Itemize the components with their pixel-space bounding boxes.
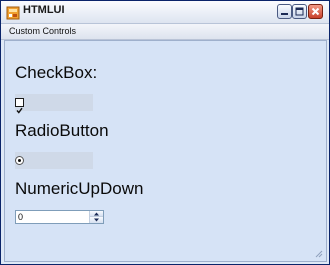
- numeric-updown[interactable]: 0: [15, 210, 104, 224]
- close-icon: [311, 7, 320, 16]
- maximize-icon: [295, 7, 304, 16]
- resize-grip-icon[interactable]: [315, 250, 323, 258]
- radio-button[interactable]: [15, 156, 24, 165]
- radio-selected-dot: [18, 159, 21, 162]
- arrow-down-icon: [94, 218, 99, 222]
- numeric-heading: NumericUpDown: [15, 179, 144, 198]
- menu-item-custom-controls[interactable]: Custom Controls: [9, 26, 76, 36]
- checkbox[interactable]: [15, 98, 24, 114]
- maximize-button[interactable]: [292, 4, 307, 19]
- spin-down-button[interactable]: [90, 217, 103, 223]
- menu-bar: Custom Controls: [1, 24, 329, 40]
- numeric-value[interactable]: 0: [18, 211, 23, 223]
- checkbox-control[interactable]: [15, 94, 93, 114]
- spin-buttons: [89, 211, 103, 223]
- close-button[interactable]: [308, 4, 323, 19]
- checkmark-icon: [16, 107, 23, 114]
- client-area: CheckBox: RadioButton NumericUpDown 0: [4, 40, 327, 262]
- minimize-icon: [281, 13, 288, 15]
- checkbox-heading: CheckBox:: [15, 63, 98, 82]
- app-window: HTMLUI Custom Controls CheckBox: RadioBu…: [0, 0, 330, 265]
- app-icon: [6, 5, 20, 20]
- title-bar[interactable]: HTMLUI: [1, 1, 329, 24]
- minimize-button[interactable]: [277, 4, 292, 19]
- window-title: HTMLUI: [23, 4, 65, 16]
- radio-control[interactable]: [15, 152, 93, 169]
- radio-heading: RadioButton: [15, 121, 109, 140]
